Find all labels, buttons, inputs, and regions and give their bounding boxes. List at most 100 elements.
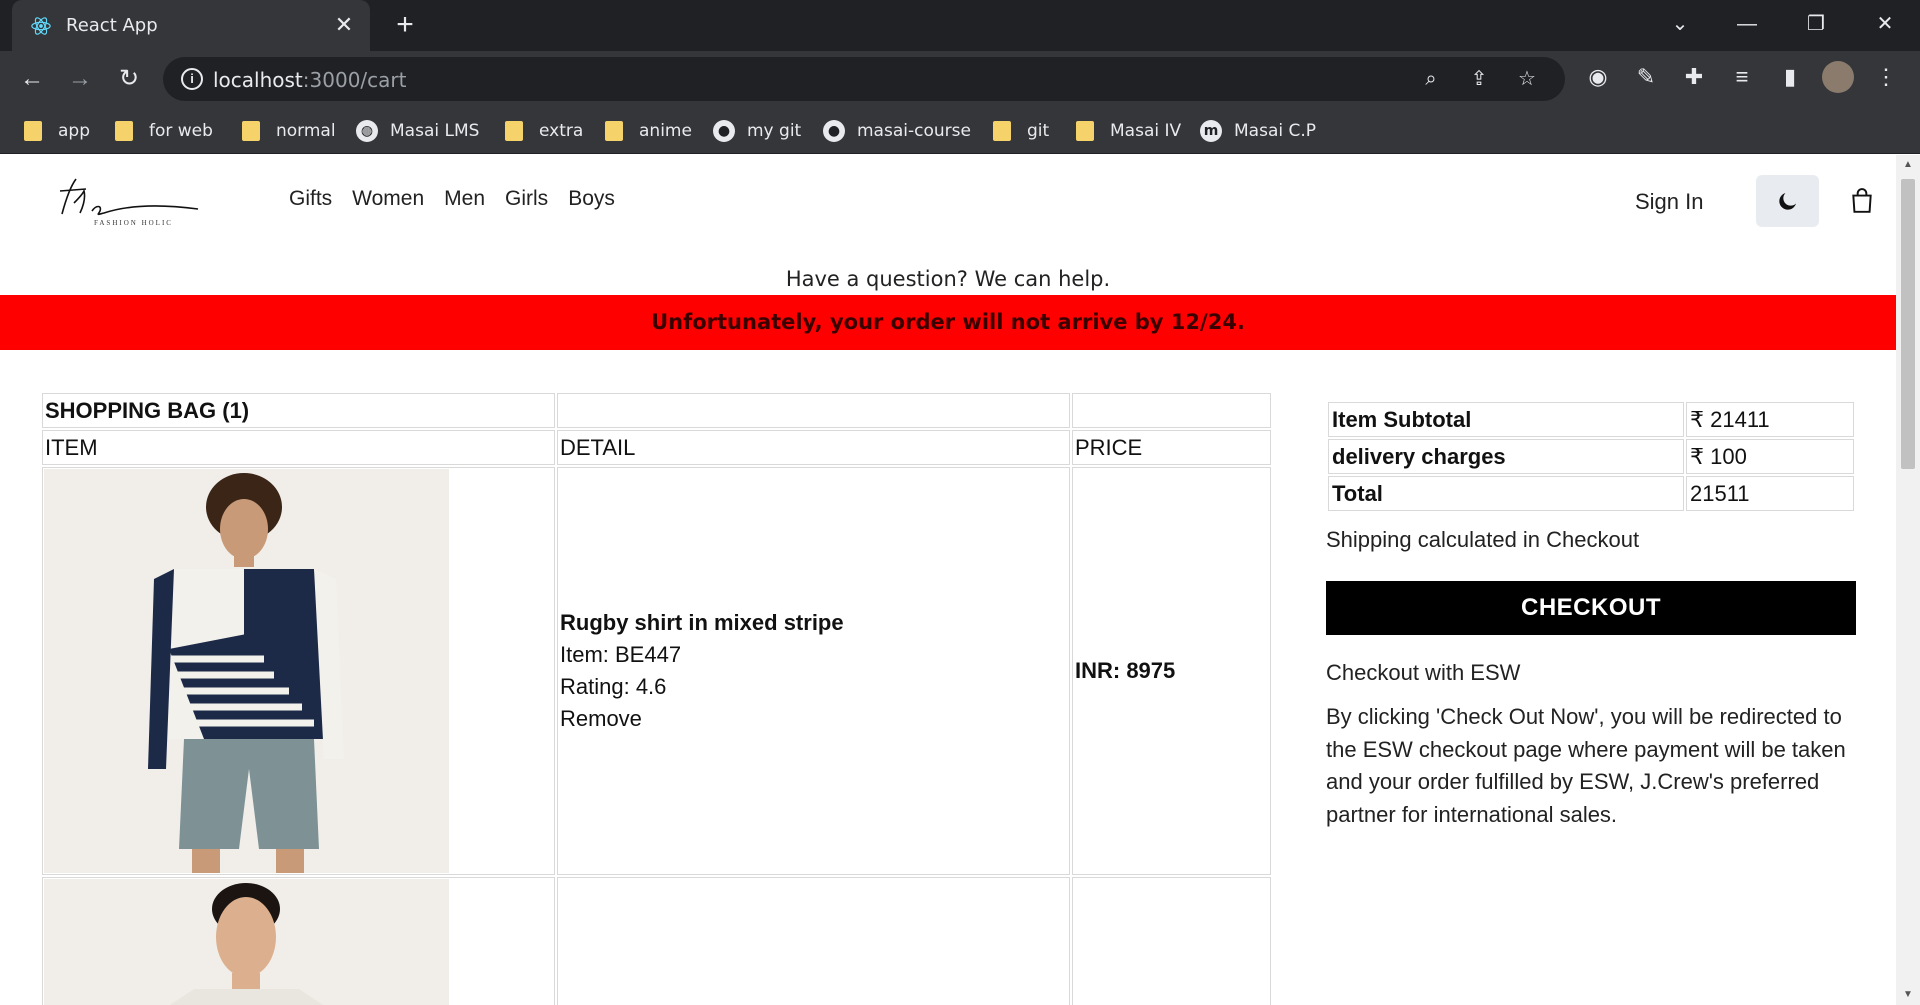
- model-photo: [44, 469, 449, 873]
- shipping-note: Shipping calculated in Checkout: [1326, 527, 1640, 552]
- item-image-cell: [42, 877, 555, 1005]
- item-price-cell: [1072, 877, 1271, 1005]
- scroll-thumb[interactable]: [1901, 179, 1915, 469]
- main-nav: Gifts Women Men Girls Boys: [289, 187, 635, 211]
- page-viewport: FASHION HOLIC Gifts Women Men Girls Boys…: [0, 155, 1920, 1005]
- close-tab-icon[interactable]: ✕: [332, 13, 356, 37]
- header-spacer: [557, 393, 1070, 428]
- bookmark-item[interactable]: m Masai C.P: [1200, 118, 1316, 144]
- nav-women[interactable]: Women: [352, 187, 424, 211]
- help-text[interactable]: Have a question? We can help.: [0, 267, 1896, 291]
- column-header-detail: DETAIL: [557, 430, 1070, 465]
- extension-icon[interactable]: ◉: [1582, 61, 1614, 93]
- bookmark-item[interactable]: ● masai-course: [823, 118, 971, 144]
- product-name[interactable]: Rugby shirt in mixed stripe: [560, 607, 1067, 639]
- profile-avatar[interactable]: [1822, 61, 1854, 93]
- minimize-icon[interactable]: —: [1727, 8, 1767, 40]
- bookmark-item[interactable]: app: [24, 118, 90, 144]
- tab-search-icon[interactable]: ⌄: [1660, 8, 1700, 40]
- nav-men[interactable]: Men: [444, 187, 485, 211]
- order-warning-banner: Unfortunately, your order will not arriv…: [0, 295, 1896, 350]
- folder-icon: [242, 121, 260, 141]
- bookmark-item[interactable]: anime: [605, 118, 692, 144]
- bookmark-item[interactable]: extra: [505, 118, 583, 144]
- back-icon[interactable]: ←: [16, 63, 48, 95]
- nav-girls[interactable]: Girls: [505, 187, 548, 211]
- restore-icon[interactable]: ❐: [1796, 8, 1836, 40]
- summary-row: delivery charges ₹ 100: [1328, 439, 1854, 474]
- folder-icon: [605, 121, 623, 141]
- remove-button[interactable]: Remove: [560, 703, 1067, 735]
- header-spacer: [1072, 393, 1271, 428]
- moon-icon: [1779, 193, 1796, 210]
- summary-value: 21511: [1686, 476, 1854, 511]
- fashionholic-logo[interactable]: FASHION HOLIC: [52, 169, 202, 229]
- summary-row: Item Subtotal ₹ 21411: [1328, 402, 1854, 437]
- close-window-icon[interactable]: ✕: [1865, 8, 1905, 40]
- cart-title: SHOPPING BAG (1): [42, 393, 555, 428]
- order-summary-table: Item Subtotal ₹ 21411 delivery charges ₹…: [1326, 400, 1856, 513]
- github-icon: ●: [823, 120, 845, 142]
- url-text[interactable]: localhost:3000/cart: [213, 68, 406, 92]
- globe-icon: ◍: [356, 120, 378, 142]
- tab-title: React App: [66, 15, 158, 36]
- product-price: INR: 8975: [1072, 467, 1271, 875]
- item-image-cell: [42, 467, 555, 875]
- sign-in-link[interactable]: Sign In: [1635, 189, 1704, 215]
- page-scrollbar[interactable]: ▲ ▼: [1896, 155, 1920, 1005]
- folder-icon: [1076, 121, 1094, 141]
- new-tab-icon[interactable]: +: [390, 10, 420, 40]
- item-detail-cell: Rugby shirt in mixed stripe Item: BE447 …: [557, 467, 1070, 875]
- theme-toggle-button[interactable]: [1756, 175, 1819, 227]
- folder-icon: [115, 121, 133, 141]
- forward-icon[interactable]: →: [64, 63, 96, 95]
- m-icon: m: [1200, 120, 1222, 142]
- esw-description: By clicking 'Check Out Now', you will be…: [1326, 704, 1846, 827]
- summary-label: Item Subtotal: [1328, 402, 1684, 437]
- bookmark-item[interactable]: ◍ Masai LMS: [356, 118, 479, 144]
- site-info-icon[interactable]: i: [181, 68, 203, 90]
- summary-value: ₹ 100: [1686, 439, 1854, 474]
- checkout-button[interactable]: CHECKOUT: [1326, 581, 1856, 635]
- bookmark-item[interactable]: for web: [115, 118, 213, 144]
- browser-tab[interactable]: React App ✕: [12, 0, 370, 51]
- browser-toolbar: ← → ↻ i localhost:3000/cart ⌕ ⇪ ☆ ◉ ✎ ✚ …: [0, 51, 1920, 108]
- bookmarks-bar: app for web normal ◍ Masai LMS extra anim…: [0, 108, 1920, 154]
- address-bar[interactable]: i localhost:3000/cart ⌕ ⇪ ☆: [163, 57, 1565, 101]
- eyedropper-icon[interactable]: ✎: [1630, 61, 1662, 93]
- react-icon: [31, 16, 51, 35]
- bookmark-item[interactable]: Masai IV: [1076, 118, 1181, 144]
- column-header-price: PRICE: [1072, 430, 1271, 465]
- summary-row: Total 21511: [1328, 476, 1854, 511]
- scroll-down-icon[interactable]: ▼: [1896, 985, 1920, 1005]
- product-image[interactable]: [44, 469, 449, 873]
- nav-boys[interactable]: Boys: [568, 187, 615, 211]
- share-icon[interactable]: ⇪: [1465, 65, 1493, 93]
- scroll-up-icon[interactable]: ▲: [1896, 155, 1920, 175]
- column-header-item: ITEM: [42, 430, 555, 465]
- model-photo: [44, 879, 449, 1005]
- bookmark-item[interactable]: normal: [242, 118, 336, 144]
- menu-icon[interactable]: ⋮: [1870, 61, 1902, 93]
- summary-label: Total: [1328, 476, 1684, 511]
- zoom-icon[interactable]: ⌕: [1417, 65, 1445, 93]
- nav-gifts[interactable]: Gifts: [289, 187, 332, 211]
- summary-label: delivery charges: [1328, 439, 1684, 474]
- summary-value: ₹ 21411: [1686, 402, 1854, 437]
- side-panel-icon[interactable]: ▮: [1774, 61, 1806, 93]
- svg-text:FASHION HOLIC: FASHION HOLIC: [94, 219, 173, 227]
- bookmark-item[interactable]: git: [993, 118, 1049, 144]
- shopping-bag-icon[interactable]: [1849, 188, 1875, 214]
- item-detail-cell: [557, 877, 1070, 1005]
- product-image[interactable]: [44, 879, 449, 1005]
- table-row: Rugby shirt in mixed stripe Item: BE447 …: [42, 467, 1271, 875]
- media-icon[interactable]: ≡: [1726, 61, 1758, 93]
- reload-icon[interactable]: ↻: [113, 63, 145, 95]
- table-row: [42, 877, 1271, 1005]
- star-icon[interactable]: ☆: [1513, 65, 1541, 93]
- esw-title: Checkout with ESW: [1326, 660, 1521, 685]
- puzzle-icon[interactable]: ✚: [1678, 61, 1710, 93]
- bookmark-item[interactable]: ● my git: [713, 118, 801, 144]
- folder-icon: [505, 121, 523, 141]
- cart-table: SHOPPING BAG (1) ITEM DETAIL PRICE Rugby…: [40, 391, 1273, 1005]
